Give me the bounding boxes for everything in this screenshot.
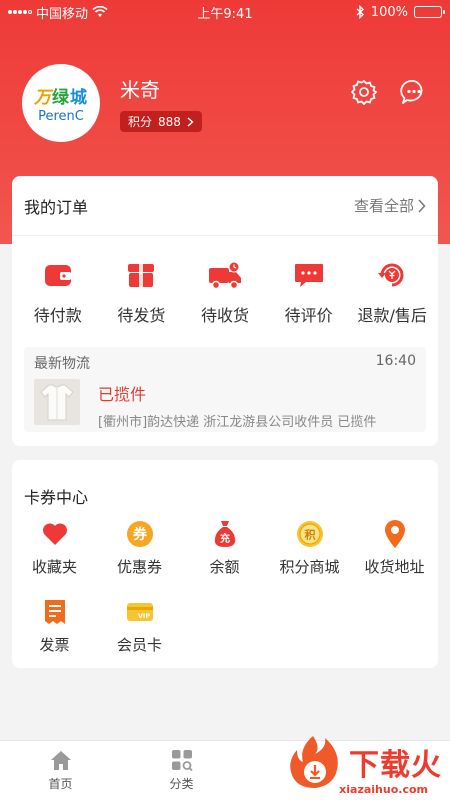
points-label: 积分 xyxy=(128,115,153,129)
svg-text:券: 券 xyxy=(133,526,148,543)
order-pending-shipment[interactable]: 待发货 xyxy=(100,258,184,326)
points-value: 888 xyxy=(158,114,181,129)
heart-icon xyxy=(42,523,67,545)
points-mall-entry[interactable]: 积 积分商城 xyxy=(267,518,352,596)
membership-card-entry[interactable]: VIP 会员卡 xyxy=(97,596,182,674)
username: 米奇 xyxy=(120,78,160,102)
settings-gear-icon[interactable] xyxy=(350,78,378,106)
svg-text:积: 积 xyxy=(304,528,315,542)
svg-text:充: 充 xyxy=(220,532,230,545)
profile-section: 万绿城 PerenC 米奇 积分 888 xyxy=(22,64,202,142)
shirt-icon xyxy=(40,384,74,421)
flame-logo-icon xyxy=(290,736,338,788)
invoice-entry[interactable]: 发票 xyxy=(12,596,97,674)
bluetooth-icon xyxy=(356,5,364,19)
chevron-right-icon xyxy=(187,116,194,127)
brand-logo: 万绿城 xyxy=(34,87,88,108)
watermark-url: xiazaihuo.com xyxy=(339,783,428,796)
package-icon xyxy=(128,264,155,287)
points-badge[interactable]: 积分 888 xyxy=(120,111,202,132)
logistics-detail: [衢州市]韵达快递 浙江龙游县公司收件员 已揽件 xyxy=(98,415,377,430)
category-grid-icon xyxy=(171,750,193,771)
see-all-orders-link[interactable]: 查看全部 xyxy=(354,195,426,216)
signal-icon xyxy=(8,10,32,14)
money-bag-icon: 充 xyxy=(214,521,235,547)
logistics-time: 16:40 xyxy=(375,353,416,369)
orders-title: 我的订单 xyxy=(24,197,89,217)
vip-card-icon: VIP xyxy=(126,603,153,621)
product-thumbnail xyxy=(34,379,80,425)
status-bar: 中国移动 上午9:41 100% xyxy=(0,0,450,24)
battery-percent: 100% xyxy=(370,4,408,20)
watermark-text: 下载火 xyxy=(349,748,442,783)
location-pin-icon xyxy=(384,520,405,548)
coupon-center-card: 卡券中心 收藏夹 券 优惠券 充 余额 积 积分商城 收货地址 发票 VIP 会… xyxy=(12,460,438,668)
home-icon xyxy=(50,751,71,770)
coupons-entry[interactable]: 券 优惠券 xyxy=(97,518,182,596)
carrier-label: 中国移动 xyxy=(36,6,89,22)
watermark-logo: 下载火 xiazaihuo.com xyxy=(285,734,442,796)
message-icon[interactable] xyxy=(400,78,428,106)
comment-icon xyxy=(294,264,323,287)
points-coin-icon: 积 xyxy=(296,521,323,547)
svg-text:VIP: VIP xyxy=(137,612,149,620)
wallet-icon xyxy=(44,265,71,286)
order-pending-review[interactable]: 待评价 xyxy=(267,258,351,326)
logistics-title: 最新物流 xyxy=(34,356,90,372)
chevron-right-icon xyxy=(418,198,426,213)
refund-icon xyxy=(378,263,404,287)
battery-icon xyxy=(414,6,445,18)
shipping-address-entry[interactable]: 收货地址 xyxy=(352,518,437,596)
wifi-icon xyxy=(92,6,108,17)
orders-card: 我的订单 查看全部 待付款 待发货 待收货 待评价 退款/售后 最新物流 16:… xyxy=(12,176,438,446)
invoice-icon xyxy=(44,600,65,624)
coupon-center-title: 卡券中心 xyxy=(24,488,89,507)
order-pending-receipt[interactable]: 待收货 xyxy=(183,258,267,326)
brand-logo-english: PerenC xyxy=(38,108,84,124)
order-refund-aftersales[interactable]: 退款/售后 xyxy=(350,258,434,326)
latest-logistics-panel[interactable]: 最新物流 16:40 已揽件 [衢州市]韵达快递 浙江龙游县公司收件员 已揽件 xyxy=(24,347,426,432)
logistics-status: 已揽件 xyxy=(98,385,147,404)
favorites-entry[interactable]: 收藏夹 xyxy=(12,518,97,596)
balance-entry[interactable]: 充 余额 xyxy=(182,518,267,596)
order-pending-payment[interactable]: 待付款 xyxy=(16,258,100,326)
truck-icon xyxy=(208,261,241,290)
coupon-icon: 券 xyxy=(126,521,153,547)
tab-category[interactable]: 分类 xyxy=(121,741,242,800)
avatar[interactable]: 万绿城 PerenC xyxy=(22,64,100,142)
tab-home[interactable]: 首页 xyxy=(0,741,121,800)
